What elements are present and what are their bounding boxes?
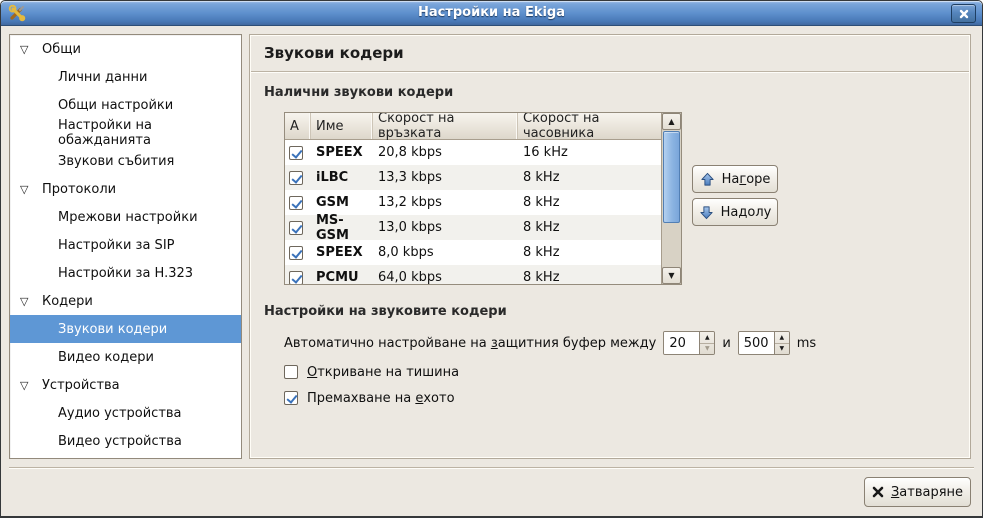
arrow-up-small-icon: ▲ xyxy=(668,117,674,126)
move-down-button[interactable]: Надолу xyxy=(692,198,778,226)
spin-down-icon[interactable]: ▼ xyxy=(700,344,714,355)
echo-cancellation-label: Премахване на ехото xyxy=(307,391,455,406)
jitter-buffer-label: Автоматично настройване на защитния буфе… xyxy=(284,336,656,351)
close-x-icon xyxy=(959,9,969,19)
table-row[interactable]: GSM 13,2 kbps 8 kHz xyxy=(285,190,661,215)
expander-triangle-icon[interactable] xyxy=(20,380,34,391)
sidebar-item-protocols[interactable]: Протоколи xyxy=(10,175,241,203)
codec-enabled-checkbox[interactable] xyxy=(289,171,303,185)
available-codecs-section-label: Налични звукови кодери xyxy=(264,85,453,100)
sidebar-item-video-devices[interactable]: Видео устройства xyxy=(10,427,241,455)
move-down-label: Надолу xyxy=(721,205,772,220)
table-row[interactable]: SPEEX 8,0 kbps 8 kHz xyxy=(285,240,661,265)
spin-up-icon[interactable]: ▲ xyxy=(700,332,714,344)
move-up-label: Нагоре xyxy=(722,172,771,187)
sidebar-item-general[interactable]: Общи xyxy=(10,35,241,63)
codec-enabled-checkbox[interactable] xyxy=(289,196,303,210)
codec-table: A Име Скорост на връзката Скорост на час… xyxy=(284,112,682,285)
jitter-unit-label: ms xyxy=(797,336,816,351)
sidebar-item-devices[interactable]: Устройства xyxy=(10,371,241,399)
audio-codecs-panel: Звукови кодери Налични звукови кодери A … xyxy=(249,34,971,459)
silence-detection-checkbox[interactable] xyxy=(284,365,298,379)
col-header-name[interactable]: Име xyxy=(311,113,373,139)
vertical-scrollbar[interactable]: ▲ ▼ xyxy=(661,113,681,284)
window-title: Настройки на Ekiga xyxy=(1,5,982,20)
table-header-row: A Име Скорост на връзката Скорост на час… xyxy=(285,113,661,140)
expander-triangle-icon[interactable] xyxy=(20,296,34,307)
arrow-down-small-icon: ▼ xyxy=(668,271,674,280)
sidebar-item-network-settings[interactable]: Мрежови настройки xyxy=(10,203,241,231)
sidebar-item-general-settings[interactable]: Общи настройки xyxy=(10,91,241,119)
move-up-button[interactable]: Нагоре xyxy=(692,165,778,193)
codec-enabled-checkbox[interactable] xyxy=(289,146,303,160)
silence-detection-label: Откриване на тишина xyxy=(307,365,459,380)
scroll-down-button[interactable]: ▼ xyxy=(662,267,681,284)
echo-cancellation-checkbox[interactable] xyxy=(284,391,298,405)
close-window-button[interactable] xyxy=(951,4,976,23)
sidebar-item-sip-settings[interactable]: Настройки за SIP xyxy=(10,231,241,259)
scrollbar-thumb[interactable] xyxy=(663,131,680,223)
sidebar-item-personal-data[interactable]: Лични данни xyxy=(10,63,241,91)
jitter-min-spinbutton[interactable]: 20 ▲ ▼ xyxy=(663,331,715,355)
sidebar-item-call-options[interactable]: Настройки на обажданията xyxy=(10,119,241,147)
sidebar-item-h323-settings[interactable]: Настройки за H.323 xyxy=(10,259,241,287)
close-x-icon xyxy=(872,486,884,498)
jitter-max-spinbutton[interactable]: 500 ▲ ▼ xyxy=(738,331,790,355)
close-dialog-button[interactable]: Затваряне xyxy=(864,477,971,507)
titlebar[interactable]: Настройки на Ekiga xyxy=(1,1,982,26)
jitter-and-label: и xyxy=(722,336,730,351)
page-title: Звукови кодери xyxy=(264,44,404,62)
sidebar-item-video-codecs[interactable]: Видео кодери xyxy=(10,343,241,371)
sidebar-item-audio-devices[interactable]: Аудио устройства xyxy=(10,399,241,427)
close-dialog-label: Затваряне xyxy=(891,485,963,500)
table-row[interactable]: PCMU 64,0 kbps 8 kHz xyxy=(285,265,661,284)
scroll-up-button[interactable]: ▲ xyxy=(662,113,681,130)
table-body: SPEEX 20,8 kbps 16 kHz iLBC 13,3 kbps 8 … xyxy=(285,140,661,284)
sidebar-item-codecs[interactable]: Кодери xyxy=(10,287,241,315)
col-header-active[interactable]: A xyxy=(285,113,311,139)
col-header-clockrate[interactable]: Скорост на часовника xyxy=(518,113,661,139)
spin-down-icon[interactable]: ▼ xyxy=(775,344,789,355)
jitter-buffer-row: Автоматично настройване на защитния буфе… xyxy=(284,330,816,356)
table-row[interactable]: SPEEX 20,8 kbps 16 kHz xyxy=(285,140,661,165)
codec-enabled-checkbox[interactable] xyxy=(289,246,303,260)
sidebar-item-sound-events[interactable]: Звукови събития xyxy=(10,147,241,175)
preferences-tree: Общи Лични данни Общи настройки Настройк… xyxy=(9,34,242,459)
silence-detection-option[interactable]: Откриване на тишина xyxy=(284,363,459,381)
echo-cancellation-option[interactable]: Премахване на ехото xyxy=(284,389,455,407)
footer-separator xyxy=(9,467,974,469)
codec-enabled-checkbox[interactable] xyxy=(289,221,303,235)
table-row[interactable]: iLBC 13,3 kbps 8 kHz xyxy=(285,165,661,190)
jitter-min-value[interactable]: 20 xyxy=(664,332,699,354)
preferences-window: Настройки на Ekiga Общи Лични данни Общи… xyxy=(0,0,983,518)
codec-enabled-checkbox[interactable] xyxy=(289,271,303,285)
header-separator xyxy=(251,71,969,73)
jitter-max-value[interactable]: 500 xyxy=(739,332,774,354)
codec-settings-section-label: Настройки на звуковите кодери xyxy=(264,304,507,319)
sidebar-item-audio-codecs[interactable]: Звукови кодери xyxy=(10,315,241,343)
table-row[interactable]: MS-GSM 13,0 kbps 8 kHz xyxy=(285,215,661,240)
col-header-bitrate[interactable]: Скорост на връзката xyxy=(373,113,518,139)
arrow-up-icon xyxy=(700,172,715,187)
arrow-down-icon xyxy=(699,205,714,220)
spin-up-icon[interactable]: ▲ xyxy=(775,332,789,344)
expander-triangle-icon[interactable] xyxy=(20,44,34,55)
expander-triangle-icon[interactable] xyxy=(20,184,34,195)
